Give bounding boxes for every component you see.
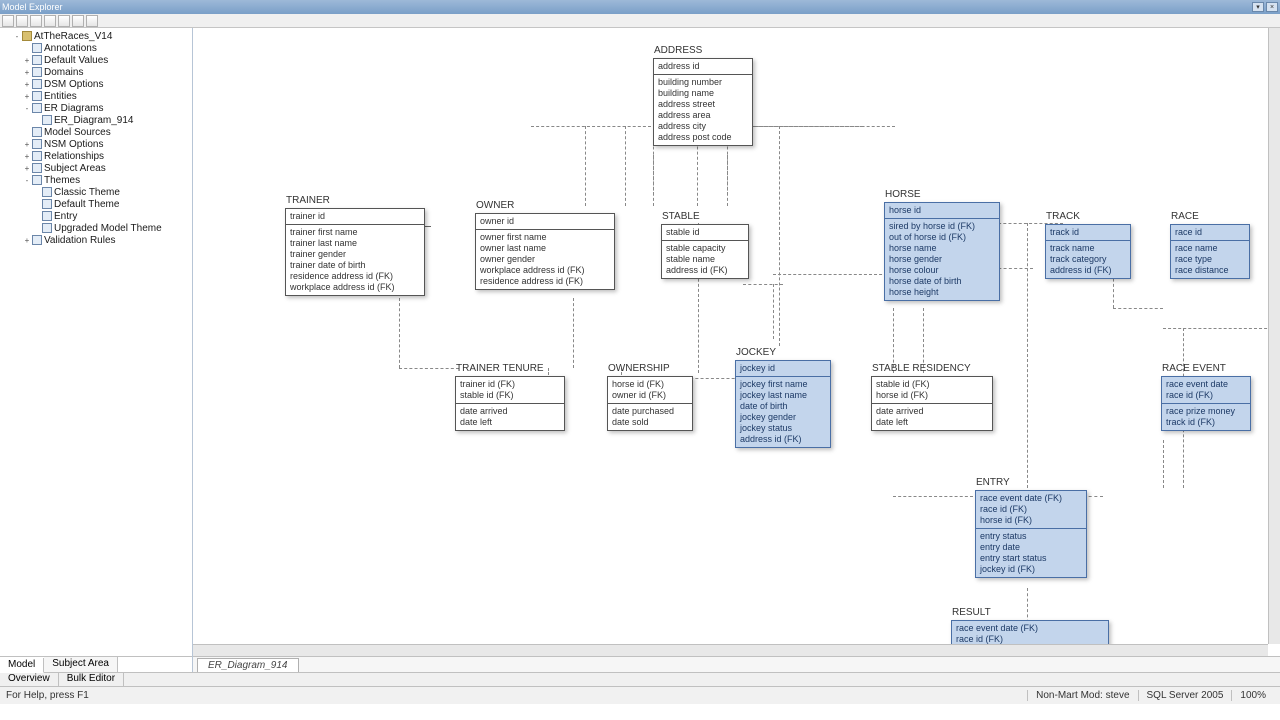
tree-item[interactable]: -Themes xyxy=(2,174,192,186)
tool-nav-6[interactable] xyxy=(72,15,84,27)
tree-item[interactable]: +NSM Options xyxy=(2,138,192,150)
status-model: Non-Mart Mod: steve xyxy=(1027,690,1137,701)
entity-raceevent[interactable]: RACE EVENTrace event daterace id (FK)rac… xyxy=(1161,376,1251,431)
explorer-title: Model Explorer xyxy=(2,2,63,12)
status-server: SQL Server 2005 xyxy=(1138,690,1232,701)
model-explorer-panel: -AtTheRaces_V14 Annotations+Default Valu… xyxy=(0,28,193,672)
er-diagram-canvas[interactable]: ADDRESSaddress idbuilding numberbuilding… xyxy=(193,28,1280,656)
entity-title: RACE EVENT xyxy=(1162,363,1226,374)
tree-item[interactable]: Annotations xyxy=(2,42,192,54)
entity-stableres[interactable]: STABLE RESIDENCYstable id (FK)horse id (… xyxy=(871,376,993,431)
toolstrip xyxy=(0,14,1280,28)
tree-item[interactable]: +Default Values xyxy=(2,54,192,66)
tree-item[interactable]: ER_Diagram_914 xyxy=(2,114,192,126)
tool-nav-3[interactable] xyxy=(30,15,42,27)
canvas-tab-diagram[interactable]: ER_Diagram_914 xyxy=(197,658,299,672)
entity-title: HORSE xyxy=(885,189,921,200)
entity-title: RACE xyxy=(1171,211,1199,222)
entity-title: JOCKEY xyxy=(736,347,776,358)
entity-title: ENTRY xyxy=(976,477,1010,488)
entity-title: ADDRESS xyxy=(654,45,702,56)
status-zoom: 100% xyxy=(1231,690,1274,701)
pin-icon[interactable]: ▾ xyxy=(1252,2,1264,12)
canvas-tabs: ER_Diagram_914 xyxy=(193,656,1280,672)
canvas-hscroll[interactable] xyxy=(193,644,1268,656)
tool-nav-2[interactable] xyxy=(16,15,28,27)
entity-title: OWNER xyxy=(476,200,514,211)
tree-item[interactable]: Upgraded Model Theme xyxy=(2,222,192,234)
explorer-titlebar: Model Explorer ▾ × xyxy=(0,0,1280,14)
tree-item[interactable]: +Relationships xyxy=(2,150,192,162)
canvas-vscroll[interactable] xyxy=(1268,28,1280,644)
model-tree[interactable]: -AtTheRaces_V14 Annotations+Default Valu… xyxy=(0,28,192,656)
entity-title: TRAINER TENURE xyxy=(456,363,544,374)
entity-entry[interactable]: ENTRYrace event date (FK)race id (FK)hor… xyxy=(975,490,1087,578)
entity-title: STABLE xyxy=(662,211,700,222)
entity-title: TRAINER xyxy=(286,195,330,206)
explorer-tabs: Model Subject Area xyxy=(0,656,192,672)
close-icon[interactable]: × xyxy=(1266,2,1278,12)
tool-nav-7[interactable] xyxy=(86,15,98,27)
footer-tabs: Overview Bulk Editor xyxy=(0,672,1280,686)
entity-title: RESULT xyxy=(952,607,991,618)
entity-owner[interactable]: OWNERowner idowner first nameowner last … xyxy=(475,213,615,290)
entity-stable[interactable]: STABLEstable idstable capacitystable nam… xyxy=(661,224,749,279)
entity-horse[interactable]: HORSEhorse idsired by horse id (FK)out o… xyxy=(884,202,1000,301)
entity-ownership[interactable]: OWNERSHIPhorse id (FK)owner id (FK)date … xyxy=(607,376,693,431)
entity-title: TRACK xyxy=(1046,211,1080,222)
tree-item[interactable]: +Validation Rules xyxy=(2,234,192,246)
tree-item[interactable]: -AtTheRaces_V14 xyxy=(2,30,192,42)
tab-subject-area[interactable]: Subject Area xyxy=(44,657,118,672)
tree-item[interactable]: +Domains xyxy=(2,66,192,78)
tool-nav-4[interactable] xyxy=(44,15,56,27)
status-help: For Help, press F1 xyxy=(6,690,89,701)
tool-nav-1[interactable] xyxy=(2,15,14,27)
tab-overview[interactable]: Overview xyxy=(0,673,59,686)
entity-trainerten[interactable]: TRAINER TENUREtrainer id (FK)stable id (… xyxy=(455,376,565,431)
tool-nav-5[interactable] xyxy=(58,15,70,27)
tree-item[interactable]: Model Sources xyxy=(2,126,192,138)
entity-race[interactable]: RACErace idrace namerace typerace distan… xyxy=(1170,224,1250,279)
entity-address[interactable]: ADDRESSaddress idbuilding numberbuilding… xyxy=(653,58,753,146)
tree-item[interactable]: +DSM Options xyxy=(2,78,192,90)
entity-track[interactable]: TRACKtrack idtrack nametrack categoryadd… xyxy=(1045,224,1131,279)
tree-item[interactable]: Entry xyxy=(2,210,192,222)
tree-item[interactable]: +Entities xyxy=(2,90,192,102)
tree-item[interactable]: +Subject Areas xyxy=(2,162,192,174)
status-bar: For Help, press F1 Non-Mart Mod: steve S… xyxy=(0,686,1280,704)
canvas-wrap: ADDRESSaddress idbuilding numberbuilding… xyxy=(193,28,1280,672)
tree-item[interactable]: Default Theme xyxy=(2,198,192,210)
entity-jockey[interactable]: JOCKEYjockey idjockey first namejockey l… xyxy=(735,360,831,448)
tree-item[interactable]: -ER Diagrams xyxy=(2,102,192,114)
tree-item[interactable]: Classic Theme xyxy=(2,186,192,198)
entity-title: STABLE RESIDENCY xyxy=(872,363,971,374)
entity-title: OWNERSHIP xyxy=(608,363,670,374)
tab-bulk-editor[interactable]: Bulk Editor xyxy=(59,673,124,686)
entity-trainer[interactable]: TRAINERtrainer idtrainer first nametrain… xyxy=(285,208,425,296)
tab-model[interactable]: Model xyxy=(0,658,44,673)
